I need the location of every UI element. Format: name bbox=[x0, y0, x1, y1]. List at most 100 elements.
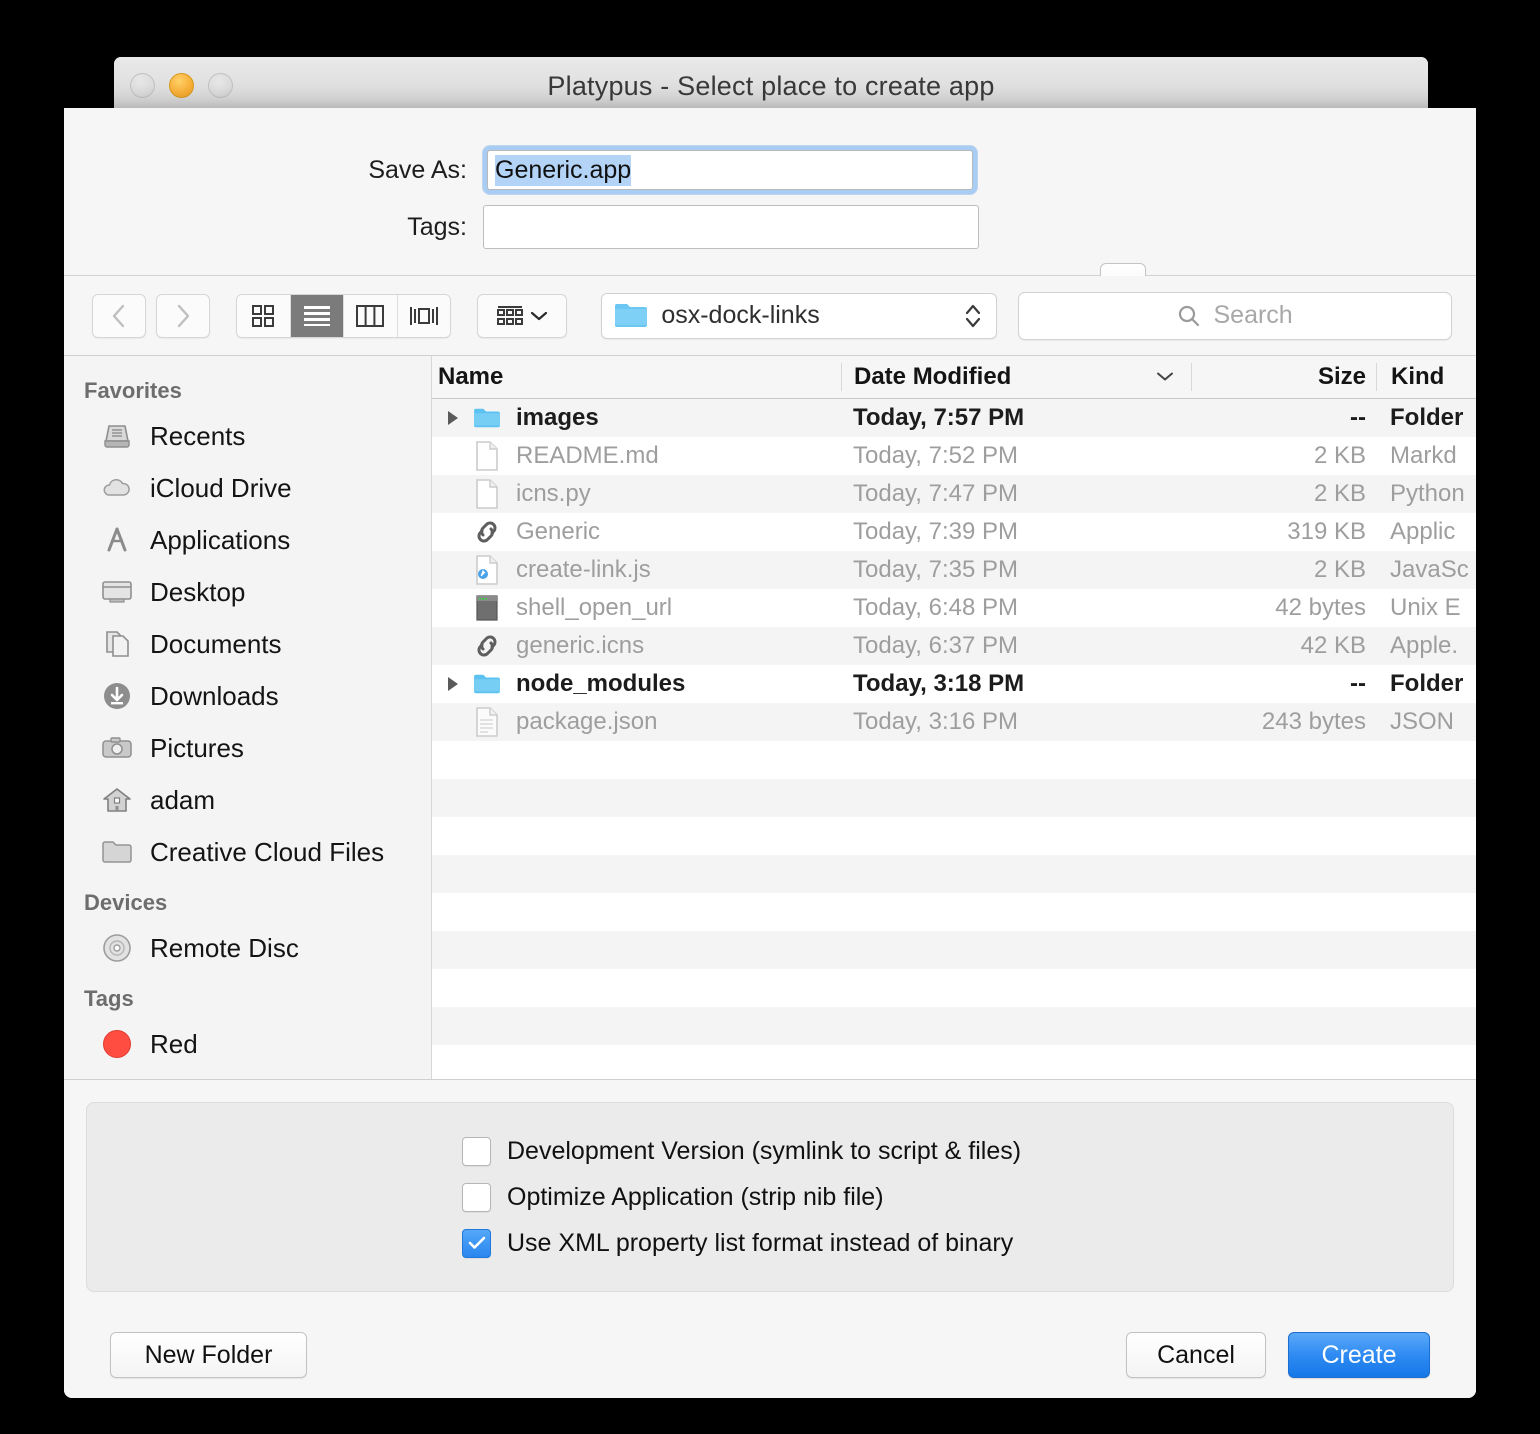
table-row[interactable]: create-link.js Today, 7:35 PM 2 KB JavaS… bbox=[432, 551, 1476, 589]
file-name-cell: icns.py bbox=[432, 479, 841, 509]
sidebar-item-red-tag[interactable]: Red bbox=[64, 1018, 431, 1070]
table-row[interactable]: shell_open_url Today, 6:48 PM 42 bytes U… bbox=[432, 589, 1476, 627]
column-view-button[interactable] bbox=[344, 294, 398, 337]
home-icon bbox=[100, 783, 134, 817]
file-name: Generic bbox=[516, 518, 601, 545]
sidebar-item-adam[interactable]: adam bbox=[64, 774, 431, 826]
save-as-value: Generic.app bbox=[495, 154, 632, 186]
file-size-cell: 2 KB bbox=[1313, 442, 1366, 469]
file-size-cell: 2 KB bbox=[1313, 480, 1366, 507]
back-button[interactable] bbox=[92, 293, 146, 338]
file-name: shell_open_url bbox=[516, 594, 673, 621]
terminal-icon bbox=[472, 593, 502, 623]
list-view-button[interactable] bbox=[290, 294, 345, 337]
checkbox-unchecked-icon[interactable] bbox=[462, 1136, 491, 1166]
sidebar-item-creative-cloud-files[interactable]: Creative Cloud Files bbox=[64, 826, 431, 878]
table-row[interactable]: icns.py Today, 7:47 PM 2 KB Python bbox=[432, 475, 1476, 513]
sidebar-item-label: Downloads bbox=[150, 680, 279, 711]
checkmark-glyph bbox=[468, 1236, 485, 1249]
file-date-cell: Today, 6:48 PM bbox=[853, 594, 1018, 621]
checkbox-checked-icon[interactable] bbox=[462, 1228, 491, 1258]
downloads-icon bbox=[100, 679, 134, 713]
save-as-label: Save As: bbox=[368, 155, 467, 184]
folder-icon bbox=[100, 835, 134, 869]
sidebar-item-icloud-drive[interactable]: iCloud Drive bbox=[64, 462, 431, 514]
empty-row bbox=[432, 817, 1476, 855]
file-kind-cell: Folder bbox=[1390, 404, 1464, 431]
arrange-icon bbox=[496, 305, 523, 325]
empty-row bbox=[432, 969, 1476, 1007]
save-as-focus-ring: Generic.app bbox=[483, 146, 977, 194]
option-label: Development Version (symlink to script &… bbox=[507, 1136, 1022, 1165]
sidebar-item-remote-disc[interactable]: Remote Disc bbox=[64, 922, 431, 974]
sidebar-item-documents[interactable]: Documents bbox=[64, 618, 431, 670]
new-folder-button[interactable]: New Folder bbox=[110, 1332, 307, 1378]
file-kind-cell: Markd bbox=[1390, 442, 1457, 469]
sidebar-section-tags-header: Tags bbox=[84, 986, 134, 1011]
table-row[interactable]: node_modules Today, 3:18 PM -- Folder bbox=[432, 665, 1476, 703]
folder-icon bbox=[472, 669, 502, 699]
option-use-xml-plist[interactable]: Use XML property list format instead of … bbox=[462, 1223, 1453, 1263]
sidebar-item-recents[interactable]: Recents bbox=[64, 410, 431, 462]
create-button[interactable]: Create bbox=[1288, 1332, 1430, 1378]
disc-icon bbox=[100, 931, 134, 965]
option-optimize-application[interactable]: Optimize Application (strip nib file) bbox=[462, 1177, 1453, 1217]
document-icon bbox=[472, 479, 502, 509]
sidebar-item-applications[interactable]: Applications bbox=[64, 514, 431, 566]
option-development-version[interactable]: Development Version (symlink to script &… bbox=[462, 1131, 1453, 1171]
table-row[interactable]: README.md Today, 7:52 PM 2 KB Markd bbox=[432, 437, 1476, 475]
empty-row bbox=[432, 855, 1476, 893]
icon-view-button[interactable] bbox=[237, 294, 291, 337]
tags-row: Tags: bbox=[307, 205, 979, 249]
chevron-down-icon bbox=[530, 311, 547, 320]
sidebar-item-pictures[interactable]: Pictures bbox=[64, 722, 431, 774]
file-date-cell: Today, 7:57 PM bbox=[853, 404, 1025, 431]
disclosure-triangle-icon[interactable] bbox=[440, 409, 466, 427]
finder-toolbar: osx-dock-links Search bbox=[64, 276, 1476, 356]
alias-link-icon bbox=[472, 631, 502, 661]
file-size-cell: -- bbox=[1350, 670, 1366, 697]
list-icon bbox=[303, 305, 330, 326]
arrange-button[interactable] bbox=[477, 293, 568, 338]
cancel-button[interactable]: Cancel bbox=[1126, 1332, 1266, 1378]
file-list-header: Name Date Modified Size Kind bbox=[432, 356, 1476, 399]
file-name: create-link.js bbox=[516, 556, 651, 583]
option-label: Use XML property list format instead of … bbox=[507, 1228, 1014, 1257]
table-row[interactable]: package.json Today, 3:16 PM 243 bytes JS… bbox=[432, 703, 1476, 741]
desktop-icon bbox=[100, 575, 134, 609]
table-row[interactable]: images Today, 7:57 PM -- Folder bbox=[432, 399, 1476, 437]
gallery-view-button[interactable] bbox=[397, 294, 451, 337]
file-kind-cell: Apple. bbox=[1390, 632, 1459, 659]
sidebar-item-label: Desktop bbox=[150, 576, 246, 607]
column-header-size[interactable]: Size bbox=[1191, 363, 1376, 391]
sidebar-section-devices-header: Devices bbox=[84, 890, 168, 915]
tags-input[interactable] bbox=[483, 205, 979, 249]
empty-row bbox=[432, 931, 1476, 969]
column-header-kind[interactable]: Kind bbox=[1376, 363, 1476, 391]
disclosure-triangle-icon[interactable] bbox=[440, 675, 466, 693]
file-name: images bbox=[516, 404, 599, 431]
table-row[interactable]: Generic Today, 7:39 PM 319 KB Applic bbox=[432, 513, 1476, 551]
forward-button[interactable] bbox=[156, 293, 210, 338]
save-dialog-sheet: Save As: Generic.app Tags: osx-dock-link… bbox=[64, 108, 1476, 1398]
chevron-down-icon bbox=[1155, 366, 1175, 389]
up-down-arrows-icon bbox=[964, 301, 982, 331]
save-name-area: Save As: Generic.app Tags: bbox=[64, 108, 1476, 309]
search-field[interactable]: Search bbox=[1018, 291, 1452, 340]
file-name: node_modules bbox=[516, 670, 686, 697]
column-header-date-modified[interactable]: Date Modified bbox=[841, 363, 1191, 391]
sidebar-item-desktop[interactable]: Desktop bbox=[64, 566, 431, 618]
save-as-input[interactable]: Generic.app bbox=[487, 150, 973, 190]
file-name-cell: images bbox=[432, 403, 841, 433]
applications-icon bbox=[100, 523, 134, 557]
checkbox-unchecked-icon[interactable] bbox=[462, 1182, 491, 1212]
table-row[interactable]: generic.icns Today, 6:37 PM 42 KB Apple. bbox=[432, 627, 1476, 665]
sidebar-item-downloads[interactable]: Downloads bbox=[64, 670, 431, 722]
sidebar-item-label: Recents bbox=[150, 420, 246, 451]
file-name: generic.icns bbox=[516, 632, 645, 659]
file-name: icns.py bbox=[516, 480, 591, 507]
file-size-cell: 42 KB bbox=[1300, 632, 1366, 659]
sidebar-item-label: Creative Cloud Files bbox=[150, 836, 385, 867]
path-popup-button[interactable]: osx-dock-links bbox=[601, 292, 998, 339]
column-header-name[interactable]: Name bbox=[432, 363, 841, 391]
